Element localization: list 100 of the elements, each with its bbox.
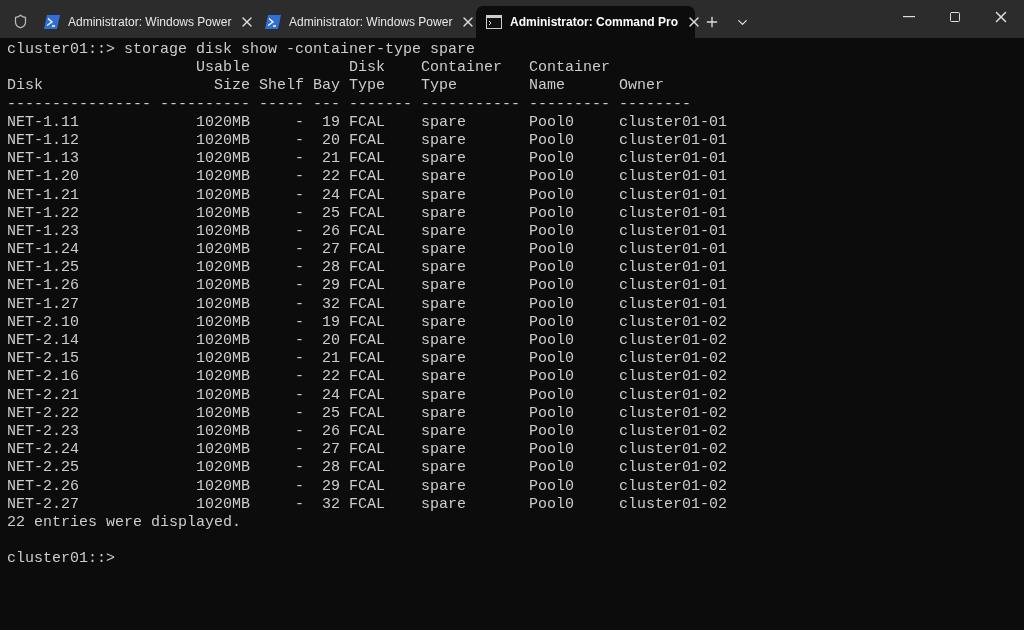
table-cell: cluster01-02 (619, 477, 728, 496)
table-cell-text: spare (421, 404, 468, 423)
table-cell-text: 21 (321, 150, 340, 169)
table-cell-text: spare (421, 150, 468, 169)
table-cell-text: Pool0 (529, 204, 576, 223)
table-cell-text: - (294, 259, 304, 278)
terminal-tab[interactable]: Administrator: Windows Power (34, 6, 253, 38)
table-cell-text: 24 (321, 386, 340, 405)
table-cell-text: Pool0 (529, 186, 576, 205)
table-cell-text: NET-2.24 (7, 441, 80, 460)
table-cell-text: spare (421, 186, 468, 205)
table-cell-text: 1020MB (195, 150, 250, 169)
header-rule: --- (313, 95, 340, 114)
table-cell-text: - (294, 313, 304, 332)
table-cell-text: - (294, 350, 304, 369)
table-cell-text: spare (421, 168, 468, 187)
table-cell-text: 25 (321, 204, 340, 223)
header-rule: --------- (529, 95, 611, 114)
table-cell-text: spare (421, 477, 468, 496)
column-header: Disk (349, 59, 387, 78)
header-rule: ----------- (421, 95, 521, 114)
column-header: Size (213, 77, 250, 96)
table-cell-text: Pool0 (529, 295, 576, 314)
table-cell-text: NET-1.22 (7, 204, 80, 223)
table-cell-text: 1020MB (195, 277, 250, 296)
table-cell-text: Pool0 (529, 404, 576, 423)
table-cell: cluster01-02 (619, 441, 728, 460)
table-cell-text: FCAL (349, 277, 387, 296)
table-cell-text: NET-1.24 (7, 241, 80, 260)
header-rule: ---------- (160, 95, 250, 114)
table-cell: cluster01-02 (619, 404, 728, 423)
table-cell: cluster01-02 (619, 332, 728, 351)
table-cell: cluster01-01 (619, 259, 728, 278)
table-cell-text: spare (421, 277, 468, 296)
table-cell-text: Pool0 (529, 350, 576, 369)
table-cell-text: 19 (321, 313, 340, 332)
column-header: Disk (7, 77, 44, 96)
table-cell-text: FCAL (349, 441, 387, 460)
table-cell: cluster01-01 (619, 295, 728, 314)
table-cell-text: 1020MB (195, 131, 250, 151)
table-cell-text: NET-2.16 (7, 368, 80, 387)
table-cell-text: NET-1.13 (7, 150, 80, 169)
column-header: Shelf (259, 77, 304, 96)
table-cell-text: Pool0 (529, 332, 576, 351)
table-cell-text: Pool0 (529, 168, 576, 187)
table-cell-text: 1020MB (195, 332, 250, 351)
table-cell-text: - (294, 150, 304, 169)
table-cell-text: 1020MB (195, 313, 250, 332)
plus-icon (704, 14, 720, 30)
table-cell-text: NET-1.23 (7, 222, 80, 242)
terminal-tab[interactable]: Administrator: Windows Power (255, 6, 474, 38)
table-cell-text: 1020MB (195, 459, 250, 478)
table-cell-text: spare (421, 386, 468, 405)
table-cell-text: Pool0 (529, 277, 576, 296)
table-cell-text: Pool0 (529, 459, 576, 478)
table-cell-text: FCAL (349, 332, 387, 351)
column-header: Owner (619, 77, 665, 96)
terminal-prompt-icon (44, 15, 60, 29)
table-cell-text: spare (421, 241, 468, 260)
table-cell-text: 20 (321, 131, 340, 151)
table-cell-text: 1020MB (195, 404, 250, 423)
table-cell-text: - (294, 204, 304, 223)
table-cell-text: FCAL (349, 222, 387, 242)
table-cell-text: NET-2.26 (7, 477, 80, 496)
table-cell-text: FCAL (349, 386, 387, 405)
table-cell-text: FCAL (349, 150, 387, 169)
table-cell-text: FCAL (349, 368, 387, 387)
table-cell-text: Pool0 (529, 368, 576, 387)
command-text: storage disk show -container-type spare (124, 41, 476, 60)
table-cell-text: Pool0 (529, 241, 576, 260)
table-cell: cluster01-02 (619, 422, 728, 442)
table-cell-text: - (294, 404, 304, 423)
table-cell-text: spare (421, 204, 468, 223)
table-cell-text: FCAL (349, 404, 387, 423)
column-header: Type (349, 77, 387, 96)
minimize-icon (903, 16, 915, 18)
table-cell-text: 26 (321, 222, 340, 242)
table-cell: cluster01-01 (619, 241, 728, 260)
column-header: Type (421, 77, 459, 96)
table-cell-text: FCAL (349, 113, 387, 132)
table-cell-text: 1020MB (195, 113, 250, 132)
table-cell-text: 32 (321, 295, 340, 314)
table-cell-text: 22 (321, 368, 340, 387)
table-cell-text: 1020MB (195, 495, 250, 514)
table-cell-text: - (294, 295, 304, 314)
table-cell-text: - (294, 113, 304, 132)
table-cell-text: 25 (321, 404, 340, 423)
table-cell-text: FCAL (349, 186, 387, 205)
table-cell-text: - (294, 277, 304, 296)
table-cell-text: 27 (321, 241, 340, 260)
table-cell-text: spare (421, 259, 468, 278)
table-cell-text: spare (421, 368, 468, 387)
table-cell-text: 28 (321, 259, 340, 278)
table-cell-text: spare (421, 495, 468, 514)
table-cell-text: 22 (321, 168, 340, 187)
prompt: cluster01::> (7, 550, 116, 569)
table-cell-text: 21 (321, 350, 340, 369)
table-cell: cluster01-02 (619, 368, 728, 387)
summary-text: 22 entries were displayed. (7, 513, 242, 533)
table-cell-text: Pool0 (529, 386, 576, 405)
